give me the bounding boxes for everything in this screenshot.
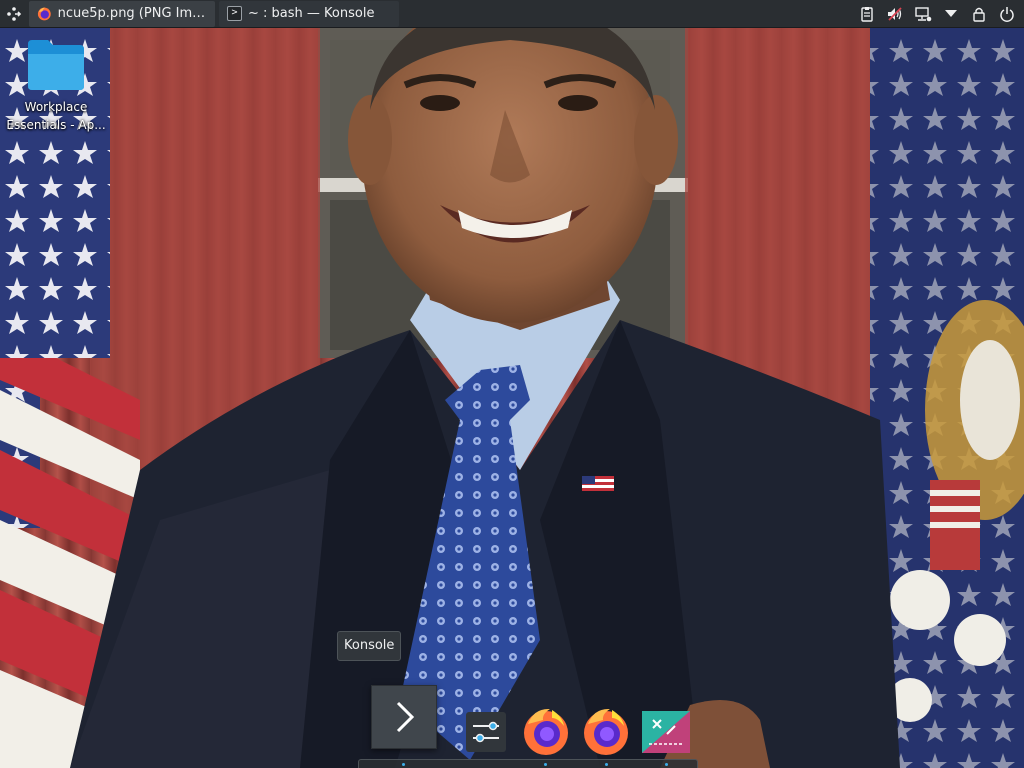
taskbar-item-label: ncue5p.png (PNG Imag...: [57, 6, 207, 21]
network-icon[interactable]: [912, 3, 934, 25]
dock-indicator: [605, 763, 608, 766]
desktop-icon-label: Workplace Essentials - Ap...: [6, 100, 106, 132]
konsole-icon: >: [227, 6, 242, 21]
firefox-icon: [524, 708, 568, 755]
app-icon: [642, 711, 690, 753]
chevron-right-icon: [396, 701, 415, 733]
system-tray: [856, 3, 1024, 25]
power-icon[interactable]: [996, 3, 1018, 25]
top-panel: ncue5p.png (PNG Imag... > ~ : bash — Kon…: [0, 0, 1024, 28]
firefox-icon: [584, 708, 628, 755]
folder-icon: [28, 40, 84, 90]
dock-item-system-settings[interactable]: [466, 712, 506, 752]
taskbar-item-konsole[interactable]: > ~ : bash — Konsole: [219, 0, 399, 27]
taskbar-item-label: ~ : bash — Konsole: [248, 6, 375, 21]
kde-launcher-icon: [7, 6, 22, 21]
firefox-icon: [37, 7, 51, 20]
clipboard-icon[interactable]: [856, 3, 878, 25]
dock-tooltip: Konsole: [337, 631, 402, 661]
settings-sliders-icon: [473, 721, 499, 743]
dock-indicator: [544, 763, 547, 766]
dock-item-app[interactable]: [641, 710, 691, 754]
dock-indicator: [402, 763, 405, 766]
lock-icon[interactable]: [968, 3, 990, 25]
dock-item-konsole[interactable]: [371, 685, 437, 749]
expand-arrow-icon[interactable]: [940, 3, 962, 25]
volume-muted-icon[interactable]: [884, 3, 906, 25]
taskbar-item-firefox[interactable]: ncue5p.png (PNG Imag...: [29, 0, 215, 27]
desktop-wallpaper: [0, 0, 1024, 768]
application-launcher[interactable]: [0, 0, 28, 28]
desktop-icon-folder[interactable]: Workplace Essentials - Ap...: [4, 36, 108, 134]
dock-panel: [358, 759, 698, 768]
dock-item-firefox[interactable]: [522, 706, 570, 756]
dock-item-firefox[interactable]: [582, 706, 630, 756]
dock-indicator: [665, 763, 668, 766]
